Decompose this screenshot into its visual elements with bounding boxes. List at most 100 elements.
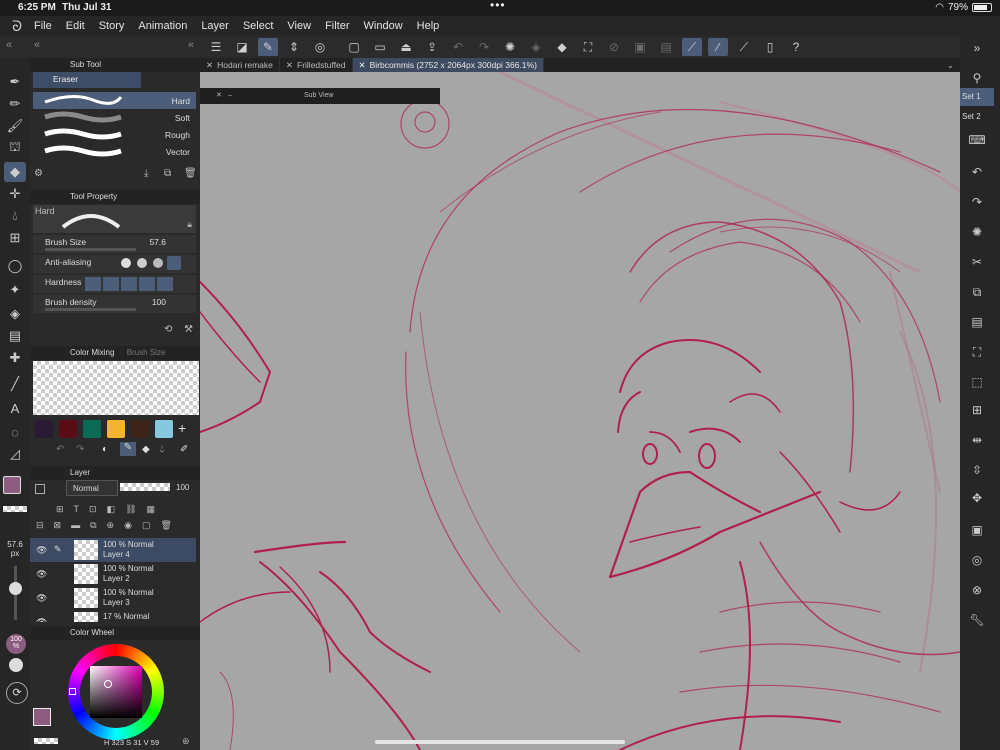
loading-icon[interactable]: ✺ <box>500 38 520 56</box>
lock-icon[interactable]: 🔒︎ <box>187 219 192 230</box>
undo-icon[interactable]: ↶ <box>448 38 468 56</box>
redo-icon[interactable]: ↷ <box>474 38 494 56</box>
brush-size-slider[interactable] <box>45 248 136 251</box>
mix-brush-icon[interactable]: ✎ <box>120 442 136 456</box>
color-swatch[interactable] <box>83 420 101 438</box>
brush-tool-icon[interactable]: 🖌︎ <box>4 116 26 136</box>
drawing-canvas[interactable] <box>200 72 960 750</box>
reset-icon[interactable]: ⟲ <box>164 324 172 335</box>
decoration-tool-icon[interactable]: ✛ <box>4 184 26 204</box>
transparent-color-swatch[interactable] <box>3 506 27 512</box>
menu-story[interactable]: Story <box>99 20 125 32</box>
download-icon[interactable]: ⤓ <box>144 168 148 179</box>
phone-icon[interactable]: ▯ <box>760 38 780 56</box>
subtool-group-tab[interactable]: Eraser <box>33 72 141 88</box>
new-raster-icon[interactable]: ⊟ <box>36 520 44 532</box>
mask-create-icon[interactable]: ◉ <box>124 520 132 532</box>
expand-right-icon[interactable]: » <box>966 38 988 58</box>
hardness-row[interactable]: Hardness <box>33 275 196 293</box>
aa-weak-icon[interactable] <box>137 258 147 268</box>
layer-row[interactable]: 👁︎ 100 % Normal Layer 2 <box>30 562 196 586</box>
airbrush-tool-icon[interactable]: ⛫ <box>4 138 26 158</box>
pen-tool-icon[interactable]: ✒ <box>4 72 26 92</box>
menu-layer[interactable]: Layer <box>201 20 229 32</box>
line-tool-icon[interactable]: ╱ <box>4 374 26 394</box>
invert-selection-icon[interactable]: ▣ <box>630 38 650 56</box>
aa-none-icon[interactable] <box>121 258 131 268</box>
edit-canvas-icon[interactable]: ✎ <box>258 38 278 56</box>
canvas-fit-icon[interactable]: ◪ <box>232 38 252 56</box>
opacity-handle[interactable] <box>9 658 23 672</box>
layer-row[interactable]: 👁︎ 100 % Normal Layer 3 <box>30 586 196 610</box>
blend-icon[interactable]: 💧︎ <box>160 444 164 455</box>
brush-size-row[interactable]: Brush Size 57.6 <box>33 235 196 253</box>
hardness-level-5[interactable] <box>157 277 173 291</box>
main-color-chip[interactable] <box>33 708 51 726</box>
lasso-tool-icon[interactable]: ◯ <box>4 256 26 276</box>
merge-icon[interactable]: ⊕ <box>107 520 115 532</box>
eye-icon[interactable]: 👁︎ <box>36 569 47 580</box>
brush-density-row[interactable]: Brush density 100 <box>33 295 196 313</box>
ruler-icon[interactable]: ⟋ <box>682 38 702 56</box>
color-swatch[interactable] <box>155 420 173 438</box>
eyedropper-tool-icon[interactable]: ✚ <box>4 348 26 368</box>
menu-edit[interactable]: Edit <box>66 20 85 32</box>
mixing-canvas[interactable] <box>33 361 199 415</box>
grid-tool-icon[interactable]: ⊞ <box>4 228 26 248</box>
mesh-transform-icon[interactable]: ⊞ <box>966 400 988 420</box>
redo-icon[interactable]: ↷ <box>966 192 988 212</box>
size-slider-handle[interactable] <box>9 582 22 595</box>
pen-lock-icon[interactable]: ✎ <box>54 544 62 555</box>
brush-rough[interactable]: Rough <box>33 126 196 143</box>
density-slider[interactable] <box>45 308 136 311</box>
eye-icon[interactable]: 👁︎ <box>36 545 47 556</box>
tab-frilled[interactable]: ✕ Frilledstuffed <box>280 58 353 72</box>
move-icon[interactable]: ✥ <box>966 488 988 508</box>
blend-mode-select[interactable]: Normal <box>66 480 118 496</box>
close-icon[interactable]: ✕ <box>359 60 366 70</box>
gradient-tool-icon[interactable]: ▤ <box>4 326 26 346</box>
sub-view-panel[interactable]: ✕ _ Sub View <box>200 88 440 104</box>
wrench-icon[interactable]: 🔧︎ <box>966 610 988 630</box>
transform-icon[interactable]: ⛶ <box>578 38 598 56</box>
duplicate-icon[interactable]: ⧉ <box>164 168 171 179</box>
new-vector-icon[interactable]: ⊠ <box>54 520 62 532</box>
search-icon[interactable]: ⚲ <box>966 68 988 88</box>
transform-icon[interactable]: ⛶ <box>966 342 988 362</box>
text-tool-icon[interactable]: A <box>4 398 26 418</box>
collapse-dock-icon[interactable]: « <box>188 39 194 51</box>
menu-filter[interactable]: Filter <box>325 20 349 32</box>
balloon-tool-icon[interactable]: ◌ <box>4 422 26 442</box>
hardness-level-1[interactable] <box>85 277 101 291</box>
menu-view[interactable]: View <box>287 20 311 32</box>
arrow-updown-icon[interactable]: ⇕ <box>284 38 304 56</box>
main-color-swatch[interactable] <box>3 476 21 494</box>
frame-tool-icon[interactable]: ◿ <box>4 444 26 464</box>
tabs-dropdown-icon[interactable]: ⌄ <box>941 58 960 72</box>
loading-icon[interactable]: ✺ <box>966 222 988 242</box>
aa-strong-icon[interactable] <box>167 256 181 270</box>
tab-hodari[interactable]: ✕ Hodari remake <box>200 58 280 72</box>
color-swatch[interactable] <box>35 420 53 438</box>
app-logo-icon[interactable]: ᘐ <box>0 18 34 35</box>
menu-help[interactable]: Help <box>417 20 440 32</box>
close-icon[interactable]: ✕ <box>216 91 222 99</box>
help-icon[interactable]: ? <box>786 38 806 56</box>
sv-square[interactable] <box>90 666 142 718</box>
keyboard-icon[interactable]: ⌨ <box>966 130 988 150</box>
home-indicator[interactable] <box>375 740 625 744</box>
layer-row[interactable]: 👁︎ ✎ 100 % Normal Layer 4 <box>30 538 196 562</box>
save-icon[interactable]: ⏏ <box>396 38 416 56</box>
open-folder-icon[interactable]: ▭ <box>370 38 390 56</box>
layer-row[interactable]: 👁︎ 17 % Normal <box>30 610 196 622</box>
view-icon[interactable]: ◎ <box>310 38 330 56</box>
settings-icon[interactable]: ⚒ <box>184 324 193 335</box>
brush-snap-icon[interactable]: ∕ <box>708 38 728 56</box>
transparent-chip[interactable] <box>34 738 58 744</box>
hue-cursor[interactable] <box>69 688 76 695</box>
hamburger-menu-icon[interactable]: ☰ <box>206 38 226 56</box>
multitask-dots-icon[interactable]: ••• <box>490 0 506 12</box>
subtool-settings-icon[interactable]: ⚙ <box>34 168 43 179</box>
close-icon[interactable]: ✕ <box>286 60 293 70</box>
tab-birbcommis[interactable]: ✕ Birbcommis (2752 x 2064px 300dpi 366.1%… <box>352 58 544 72</box>
